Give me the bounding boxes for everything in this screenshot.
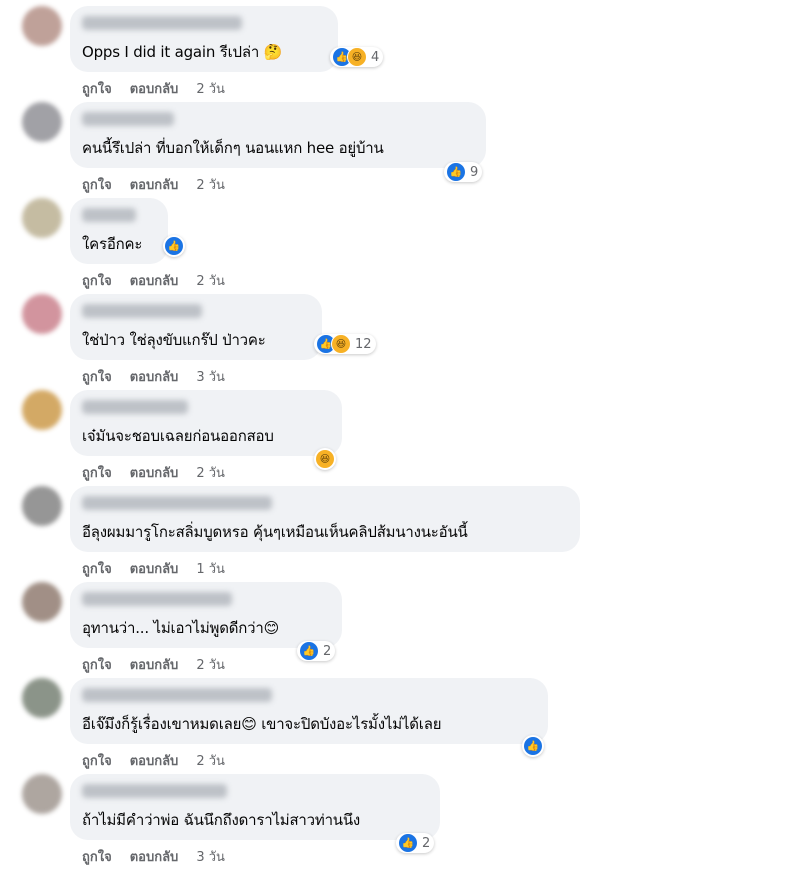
comment-actions: ถูกใจ ตอบกลับ 2 วัน bbox=[82, 270, 225, 291]
like-button[interactable]: ถูกใจ bbox=[82, 750, 112, 771]
comment-actions: ถูกใจ ตอบกลับ 2 วัน bbox=[82, 654, 225, 675]
comment-actions: ถูกใจ ตอบกลับ 2 วัน bbox=[82, 78, 225, 99]
comment-actions: ถูกใจ ตอบกลับ 2 วัน bbox=[82, 174, 225, 195]
blurred-author-name[interactable] bbox=[82, 496, 272, 510]
blurred-author-name[interactable] bbox=[82, 688, 272, 702]
reply-button[interactable]: ตอบกลับ bbox=[130, 654, 179, 675]
avatar[interactable] bbox=[22, 294, 62, 334]
like-button[interactable]: ถูกใจ bbox=[82, 846, 112, 867]
reply-button[interactable]: ตอบกลับ bbox=[130, 462, 179, 483]
comment-bubble: คนนี้รึเปล่า ที่บอกให้เด็กๆ นอนแหก hee อ… bbox=[70, 102, 486, 168]
reaction-count: 12 bbox=[355, 336, 372, 352]
reply-button[interactable]: ตอบกลับ bbox=[130, 846, 179, 867]
comment-item: ใครอีกคะ 👍 ถูกใจ ตอบกลับ 2 วัน bbox=[0, 198, 800, 294]
reaction-count: 9 bbox=[470, 164, 479, 180]
comment-actions: ถูกใจ ตอบกลับ 2 วัน bbox=[82, 750, 225, 771]
reply-button[interactable]: ตอบกลับ bbox=[130, 366, 179, 387]
comment-item: คนนี้รึเปล่า ที่บอกให้เด็กๆ นอนแหก hee อ… bbox=[0, 102, 800, 198]
avatar[interactable] bbox=[22, 198, 62, 238]
comment-actions: ถูกใจ ตอบกลับ 1 วัน bbox=[82, 558, 225, 579]
comment-item: ใช่ป่าว ใช่ลุงขับแกร๊ป ป่าวคะ 👍 😆 12 ถูก… bbox=[0, 294, 800, 390]
avatar[interactable] bbox=[22, 486, 62, 526]
comment-bubble: ใช่ป่าว ใช่ลุงขับแกร๊ป ป่าวคะ bbox=[70, 294, 322, 360]
timestamp[interactable]: 1 วัน bbox=[196, 558, 225, 579]
reaction-count: 4 bbox=[371, 49, 380, 65]
comment-bubble: เจ๋มันจะชอบเฉลยก่อนออกสอบ bbox=[70, 390, 342, 456]
blurred-author-name[interactable] bbox=[82, 304, 202, 318]
blurred-author-name[interactable] bbox=[82, 208, 136, 222]
comment-text: อีเจ๊มึงก็รู้เรื่องเขาหมดเลย😊 เขาจะปิดบั… bbox=[82, 715, 442, 733]
reaction-count: 2 bbox=[422, 835, 431, 851]
timestamp[interactable]: 2 วัน bbox=[196, 270, 225, 291]
reply-button[interactable]: ตอบกลับ bbox=[130, 558, 179, 579]
comment-bubble: อุทานว่า... ไม่เอาไม่พูดดีกว่า😊 bbox=[70, 582, 342, 648]
like-button[interactable]: ถูกใจ bbox=[82, 558, 112, 579]
comment-text: ใครอีกคะ bbox=[82, 235, 143, 253]
reply-button[interactable]: ตอบกลับ bbox=[130, 270, 179, 291]
comment-item: ถ้าไม่มีคำว่าพ่อ ฉันนึกถึงดาราไม่สาวท่าน… bbox=[0, 774, 800, 870]
haha-icon[interactable]: 😆 bbox=[314, 448, 336, 470]
like-icon[interactable]: 👍 bbox=[522, 735, 544, 757]
like-button[interactable]: ถูกใจ bbox=[82, 654, 112, 675]
haha-icon: 😆 bbox=[331, 334, 351, 354]
haha-icon: 😆 bbox=[347, 47, 367, 67]
blurred-author-name[interactable] bbox=[82, 112, 174, 126]
comment-item: อีเจ๊มึงก็รู้เรื่องเขาหมดเลย😊 เขาจะปิดบั… bbox=[0, 678, 800, 774]
comment-bubble: อีลุงผมมารูโกะสลิ่มบูดหรอ คุ้นๆเหมือนเห็… bbox=[70, 486, 580, 552]
reaction-summary[interactable]: 👍 2 bbox=[297, 641, 336, 661]
reply-button[interactable]: ตอบกลับ bbox=[130, 78, 179, 99]
reply-button[interactable]: ตอบกลับ bbox=[130, 174, 179, 195]
blurred-author-name[interactable] bbox=[82, 784, 227, 798]
comment-bubble: Opps I did it again รีเปล่า 🤔 bbox=[70, 6, 338, 72]
avatar[interactable] bbox=[22, 582, 62, 622]
comment-text: ใช่ป่าว ใช่ลุงขับแกร๊ป ป่าวคะ bbox=[82, 331, 266, 349]
comment-text: เจ๋มันจะชอบเฉลยก่อนออกสอบ bbox=[82, 427, 274, 445]
like-icon: 👍 bbox=[398, 833, 418, 853]
comment-item: Opps I did it again รีเปล่า 🤔 👍 😆 4 ถูกใ… bbox=[0, 6, 800, 102]
blurred-author-name[interactable] bbox=[82, 592, 232, 606]
timestamp[interactable]: 2 วัน bbox=[196, 462, 225, 483]
comment-text: Opps I did it again รีเปล่า 🤔 bbox=[82, 43, 283, 61]
comment-bubble: ใครอีกคะ bbox=[70, 198, 168, 264]
timestamp[interactable]: 2 วัน bbox=[196, 78, 225, 99]
comment-bubble: ถ้าไม่มีคำว่าพ่อ ฉันนึกถึงดาราไม่สาวท่าน… bbox=[70, 774, 440, 840]
comment-bubble: อีเจ๊มึงก็รู้เรื่องเขาหมดเลย😊 เขาจะปิดบั… bbox=[70, 678, 548, 744]
like-button[interactable]: ถูกใจ bbox=[82, 174, 112, 195]
comment-actions: ถูกใจ ตอบกลับ 2 วัน bbox=[82, 462, 225, 483]
blurred-author-name[interactable] bbox=[82, 400, 188, 414]
reaction-count: 2 bbox=[323, 643, 332, 659]
avatar[interactable] bbox=[22, 774, 62, 814]
comment-text: คนนี้รึเปล่า ที่บอกให้เด็กๆ นอนแหก hee อ… bbox=[82, 139, 384, 157]
comment-actions: ถูกใจ ตอบกลับ 3 วัน bbox=[82, 846, 225, 867]
timestamp[interactable]: 2 วัน bbox=[196, 654, 225, 675]
like-icon: 👍 bbox=[446, 162, 466, 182]
like-button[interactable]: ถูกใจ bbox=[82, 270, 112, 291]
comment-actions: ถูกใจ ตอบกลับ 3 วัน bbox=[82, 366, 225, 387]
like-icon[interactable]: 👍 bbox=[163, 235, 185, 257]
avatar[interactable] bbox=[22, 102, 62, 142]
like-button[interactable]: ถูกใจ bbox=[82, 366, 112, 387]
comment-item: อุทานว่า... ไม่เอาไม่พูดดีกว่า😊 👍 2 ถูกใ… bbox=[0, 582, 800, 678]
avatar[interactable] bbox=[22, 390, 62, 430]
timestamp[interactable]: 2 วัน bbox=[196, 750, 225, 771]
blurred-author-name[interactable] bbox=[82, 16, 242, 30]
like-icon: 👍 bbox=[299, 641, 319, 661]
comment-text: อุทานว่า... ไม่เอาไม่พูดดีกว่า😊 bbox=[82, 619, 280, 637]
like-button[interactable]: ถูกใจ bbox=[82, 462, 112, 483]
comment-item: อีลุงผมมารูโกะสลิ่มบูดหรอ คุ้นๆเหมือนเห็… bbox=[0, 486, 800, 582]
reaction-summary[interactable]: 👍 😆 12 bbox=[314, 334, 376, 354]
reaction-summary[interactable]: 👍 9 bbox=[444, 162, 483, 182]
timestamp[interactable]: 3 วัน bbox=[196, 366, 225, 387]
comment-item: เจ๋มันจะชอบเฉลยก่อนออกสอบ 😆 ถูกใจ ตอบกลั… bbox=[0, 390, 800, 486]
timestamp[interactable]: 2 วัน bbox=[196, 174, 225, 195]
reaction-summary[interactable]: 👍 2 bbox=[396, 833, 435, 853]
reply-button[interactable]: ตอบกลับ bbox=[130, 750, 179, 771]
like-button[interactable]: ถูกใจ bbox=[82, 78, 112, 99]
avatar[interactable] bbox=[22, 678, 62, 718]
reaction-summary[interactable]: 👍 😆 4 bbox=[330, 47, 384, 67]
comment-text: ถ้าไม่มีคำว่าพ่อ ฉันนึกถึงดาราไม่สาวท่าน… bbox=[82, 811, 361, 829]
avatar[interactable] bbox=[22, 6, 62, 46]
timestamp[interactable]: 3 วัน bbox=[196, 846, 225, 867]
comment-text: อีลุงผมมารูโกะสลิ่มบูดหรอ คุ้นๆเหมือนเห็… bbox=[82, 523, 468, 541]
